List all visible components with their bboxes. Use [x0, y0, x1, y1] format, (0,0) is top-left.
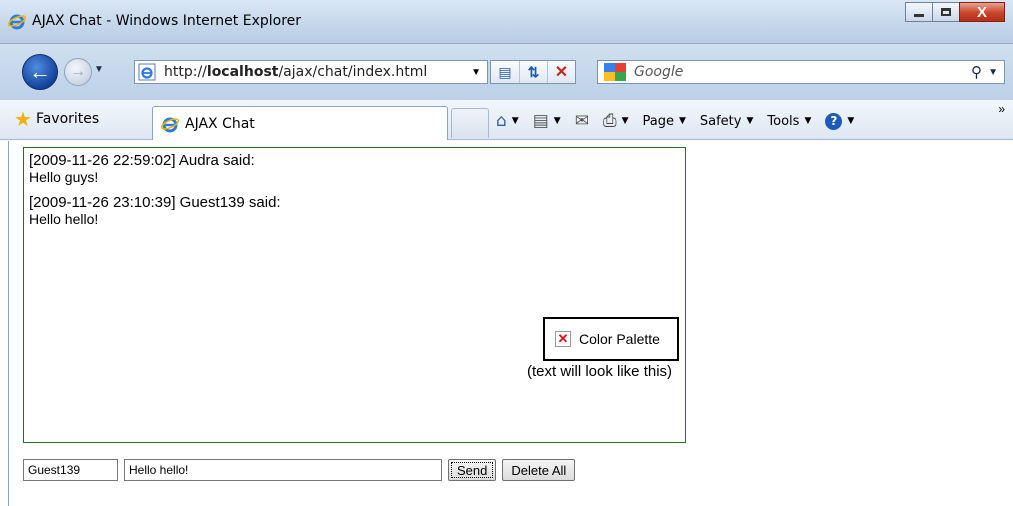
command-bar: ⌂ ▼ ▤ ▼ ✉ ⎙ ▼ Page ▼ Safety ▼ Tools ▼ ? ▼: [496, 110, 868, 132]
arrow-right-icon: →: [70, 63, 86, 80]
minimize-button[interactable]: [905, 2, 933, 22]
window-title: AJAX Chat - Windows Internet Explorer: [32, 13, 302, 29]
favorites-bar: ★ Favorites AJAX Chat ⌂ ▼ ▤ ▼ ✉ ⎙ ▼ Page ▼ S…: [0, 100, 1013, 140]
printer-icon: ⎙: [602, 111, 617, 131]
search-options-dropdown[interactable]: ▼: [988, 67, 998, 78]
refresh-button[interactable]: ⇅: [519, 61, 547, 83]
help-icon: ?: [825, 112, 843, 130]
maximize-icon: [941, 8, 951, 16]
compatibility-icon: ▤: [498, 63, 512, 80]
page-content: [2009-11-26 22:59:02] Audra said: Hello …: [8, 141, 1013, 506]
help-menu[interactable]: ? ▼: [825, 112, 855, 130]
star-icon: ★: [14, 108, 32, 131]
recent-pages-dropdown[interactable]: ▼: [94, 64, 104, 75]
safety-menu-label: Safety: [699, 113, 742, 129]
window-controls: X: [905, 2, 1005, 24]
forward-button[interactable]: →: [64, 58, 92, 86]
home-icon: ⌂: [496, 111, 507, 131]
minimize-icon: [914, 13, 924, 17]
stop-button[interactable]: ✕: [547, 61, 575, 83]
chevron-down-icon: ▼: [847, 116, 855, 126]
close-button[interactable]: X: [959, 2, 1005, 22]
chevron-down-icon: ▼: [804, 116, 812, 126]
read-mail-button[interactable]: ✉: [575, 111, 589, 131]
tab-ajax-chat[interactable]: AJAX Chat: [152, 106, 448, 140]
stop-icon: ✕: [554, 64, 569, 81]
search-icon[interactable]: ⚲: [971, 63, 982, 81]
chat-message: [2009-11-26 23:10:39] Guest139 said: Hel…: [29, 194, 680, 228]
tools-menu-label: Tools: [767, 113, 800, 129]
text-preview: (text will look like this): [527, 363, 673, 380]
ie-icon: [8, 14, 26, 30]
chat-message: [2009-11-26 22:59:02] Audra said: Hello …: [29, 152, 680, 186]
ie-icon: [161, 117, 179, 132]
message-input[interactable]: [124, 459, 442, 481]
chevron-down-icon: ▼: [621, 116, 629, 126]
refresh-icon: ⇅: [527, 63, 540, 80]
username-input[interactable]: [23, 459, 118, 481]
broken-image-icon: ✕: [555, 331, 571, 347]
tab-label: AJAX Chat: [185, 115, 255, 132]
home-button[interactable]: ⌂ ▼: [496, 111, 519, 131]
message-body: Hello guys!: [29, 169, 99, 185]
chevron-down-icon: ▼: [553, 116, 561, 126]
chevron-down-icon: ▼: [678, 116, 686, 126]
chevron-down-icon: ▼: [511, 116, 519, 126]
message-header: [2009-11-26 22:59:02] Audra said:: [29, 152, 255, 169]
url-text: http://localhost/ajax/chat/index.html: [164, 64, 428, 80]
google-icon: [604, 63, 626, 81]
search-placeholder: Google: [634, 64, 684, 80]
address-tools: ▤ ⇅ ✕: [490, 60, 576, 84]
print-button[interactable]: ⎙ ▼: [603, 111, 629, 131]
feeds-button[interactable]: ▤ ▼: [533, 111, 561, 131]
address-input[interactable]: http://localhost/ajax/chat/index.html ▼: [134, 60, 488, 84]
send-button[interactable]: Send: [448, 459, 497, 481]
window-titlebar: AJAX Chat - Windows Internet Explorer X: [0, 0, 1013, 44]
delete-all-button[interactable]: Delete All: [502, 459, 576, 481]
search-input[interactable]: Google ⚲ ▼: [597, 60, 1005, 84]
color-palette[interactable]: ✕ Color Palette: [543, 317, 679, 361]
rss-icon: ▤: [532, 111, 549, 131]
favorites-label: Favorites: [35, 111, 100, 127]
page-menu[interactable]: Page ▼: [642, 114, 685, 129]
back-button[interactable]: ←: [22, 54, 58, 90]
new-tab-button[interactable]: [451, 108, 489, 138]
maximize-button[interactable]: [932, 2, 960, 22]
message-header: [2009-11-26 23:10:39] Guest139 said:: [29, 194, 281, 211]
address-dropdown[interactable]: ▼: [471, 67, 481, 78]
page-menu-label: Page: [642, 113, 674, 129]
favorites-button[interactable]: ★ Favorites: [8, 108, 105, 131]
close-icon: X: [976, 3, 987, 21]
more-commands-icon[interactable]: »: [998, 102, 1005, 116]
arrow-left-icon: ←: [29, 59, 51, 84]
message-body: Hello hello!: [29, 211, 99, 227]
mail-icon: ✉: [574, 111, 589, 131]
compatibility-view-button[interactable]: ▤: [491, 61, 519, 83]
chat-form: Send Delete All: [23, 458, 576, 482]
tools-menu[interactable]: Tools ▼: [767, 114, 811, 129]
address-toolbar: ← → ▼ http://localhost/ajax/chat/index.h…: [0, 44, 1013, 100]
page-icon: [138, 63, 156, 81]
chevron-down-icon: ▼: [746, 116, 754, 126]
chat-log: [2009-11-26 22:59:02] Audra said: Hello …: [23, 147, 686, 443]
palette-label: Color Palette: [579, 331, 660, 347]
safety-menu[interactable]: Safety ▼: [700, 114, 754, 129]
